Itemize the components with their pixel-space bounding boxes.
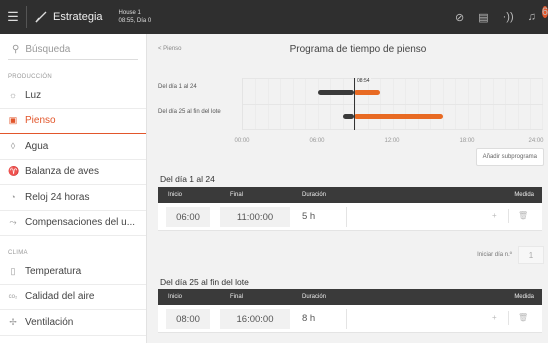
feed-icon: ▣	[8, 115, 18, 126]
table-header-1: Inicio Final Duración Medida	[158, 187, 542, 203]
sidebar: ⚲ Búsqueda PRODUCCIÓN ☼ Luz ▣ Pienso ◊ A…	[0, 34, 147, 343]
bulb-icon: ☼	[8, 90, 18, 101]
sidebar-item-label: Compensaciones del u...	[25, 217, 136, 229]
sidebar-item-label: Temperatura	[25, 265, 82, 277]
trash-icon[interactable]: 🗑	[518, 313, 528, 322]
table-header-2: Inicio Final Duración Medida	[158, 289, 542, 305]
start-time-field[interactable]: 08:00	[166, 309, 210, 329]
add-icon[interactable]: +	[492, 313, 497, 322]
sidebar-item-agua[interactable]: ◊ Agua	[0, 134, 146, 160]
compensation-icon: ⤳	[9, 217, 17, 228]
section-label-production: PRODUCCIÓN	[8, 74, 53, 80]
tick-label: 18:00	[459, 138, 475, 144]
sidebar-item-calidad-aire[interactable]: co₂ Calidad del aire	[0, 285, 146, 310]
main-content: < Pienso Programa de tiempo de pienso De…	[148, 34, 548, 343]
fan-icon: ✢	[9, 316, 17, 327]
subprogram-title-1: Del día 1 al 24	[160, 174, 215, 184]
notification-badge: 6	[541, 6, 548, 18]
brand-label: Estrategia	[53, 11, 103, 23]
start-time-field[interactable]: 06:00	[166, 207, 210, 227]
sidebar-item-label: Agua	[25, 140, 49, 152]
sidebar-item-luz[interactable]: ☼ Luz	[0, 83, 146, 109]
current-time-label: 08:54	[356, 78, 371, 84]
sidebar-item-pienso[interactable]: ▣ Pienso	[0, 109, 146, 134]
sidebar-item-temperatura[interactable]: ▯ Temperatura	[0, 259, 146, 285]
bell-icon[interactable]: ♫ 6	[528, 6, 548, 23]
col-duration: Duración	[302, 294, 327, 300]
strategy-icon	[35, 11, 47, 23]
duration-value: 5 h	[302, 211, 316, 222]
sidebar-item-label: Pienso	[25, 115, 56, 127]
topbar-divider	[26, 6, 27, 28]
col-action: Medida	[514, 294, 534, 300]
save-icon[interactable]: ▤	[478, 11, 488, 24]
tick-label: 24:00	[528, 138, 544, 144]
top-bar: ☰ Estrategia House 1 08:55, Día 0 ⊘ ▤ ·)…	[0, 0, 548, 34]
col-action: Medida	[514, 192, 534, 198]
house-name: House 1	[118, 10, 141, 16]
timeline-row-label-1: Del día 1 al 24	[158, 84, 197, 90]
clock-icon: ◔	[10, 192, 16, 203]
wireless-icon[interactable]: ·))	[503, 11, 514, 23]
add-icon[interactable]: +	[492, 211, 497, 220]
add-subprogram-button[interactable]: Añadir subprograma	[475, 148, 544, 166]
col-end: Final	[230, 294, 244, 300]
sidebar-item-label: Ventilación	[25, 316, 74, 328]
col-start: Inicio	[168, 294, 183, 300]
table-row: 06:00 11:00:00 5 h + 🗑	[158, 203, 542, 231]
water-drop-icon: ◊	[10, 141, 16, 152]
table-row: 08:00 16:00:00 8 h + 🗑	[158, 305, 542, 333]
subprogram-title-2: Del día 25 al fin del lote	[160, 277, 249, 287]
timeline-bar-past-2	[343, 114, 354, 119]
timeline-bar-future-1	[354, 90, 380, 95]
search-input[interactable]: ⚲ Búsqueda	[8, 40, 138, 60]
back-link[interactable]: < Pienso	[158, 46, 182, 52]
col-start: Inicio	[168, 192, 183, 198]
page-header: < Pienso Programa de tiempo de pienso	[148, 34, 548, 64]
hamburger-menu-icon[interactable]: ☰	[0, 9, 26, 25]
end-time-field[interactable]: 16:00:00	[220, 309, 290, 329]
start-day-label: Iniciar día n.º	[477, 252, 512, 258]
sidebar-item-compensaciones[interactable]: ⤳ Compensaciones del u...	[0, 211, 146, 236]
end-time-field[interactable]: 11:00:00	[220, 207, 290, 227]
house-info[interactable]: House 1 08:55, Día 0	[119, 9, 152, 25]
timeline-grid: 08:54	[242, 78, 543, 130]
thermometer-icon: ▯	[10, 265, 16, 276]
sidebar-item-label: Calidad del aire	[25, 291, 95, 303]
search-placeholder: Búsqueda	[25, 44, 71, 55]
start-day-control: Iniciar día n.º 1	[477, 246, 544, 264]
sidebar-item-balanza[interactable]: ♈ Balanza de aves	[0, 160, 146, 185]
tick-label: 00:00	[234, 138, 250, 144]
sidebar-item-ventilacion[interactable]: ✢ Ventilación	[0, 310, 146, 336]
sidebar-item-label: Balanza de aves	[25, 166, 99, 178]
timeline-bar-past-1	[318, 90, 354, 95]
start-day-input[interactable]: 1	[518, 246, 544, 264]
tick-label: 06:00	[309, 138, 325, 144]
bird-icon: ♈	[8, 166, 20, 177]
trash-icon[interactable]: 🗑	[518, 211, 528, 220]
house-time: 08:55, Día 0	[118, 18, 152, 24]
section-label-climate: CLIMA	[8, 250, 28, 256]
page-title: Programa de tiempo de pienso	[289, 43, 427, 55]
tick-label: 12:00	[384, 138, 400, 144]
duration-value: 8 h	[302, 313, 316, 324]
search-icon: ⚲	[12, 44, 20, 55]
sidebar-item-reloj[interactable]: ◔ Reloj 24 horas	[0, 185, 146, 211]
sidebar-item-label: Reloj 24 horas	[25, 191, 90, 203]
col-duration: Duración	[302, 192, 327, 198]
timeline-row-label-2: Del día 25 al fin del lote	[158, 109, 221, 115]
timeline-bar-future-2	[354, 114, 443, 119]
sidebar-item-label: Luz	[25, 89, 42, 101]
strategy-link[interactable]: Estrategia	[35, 11, 103, 23]
col-end: Final	[230, 192, 244, 198]
current-time-line	[354, 78, 355, 130]
dashboard-icon[interactable]: ⊘	[455, 11, 464, 24]
co2-icon: co₂	[8, 293, 18, 300]
